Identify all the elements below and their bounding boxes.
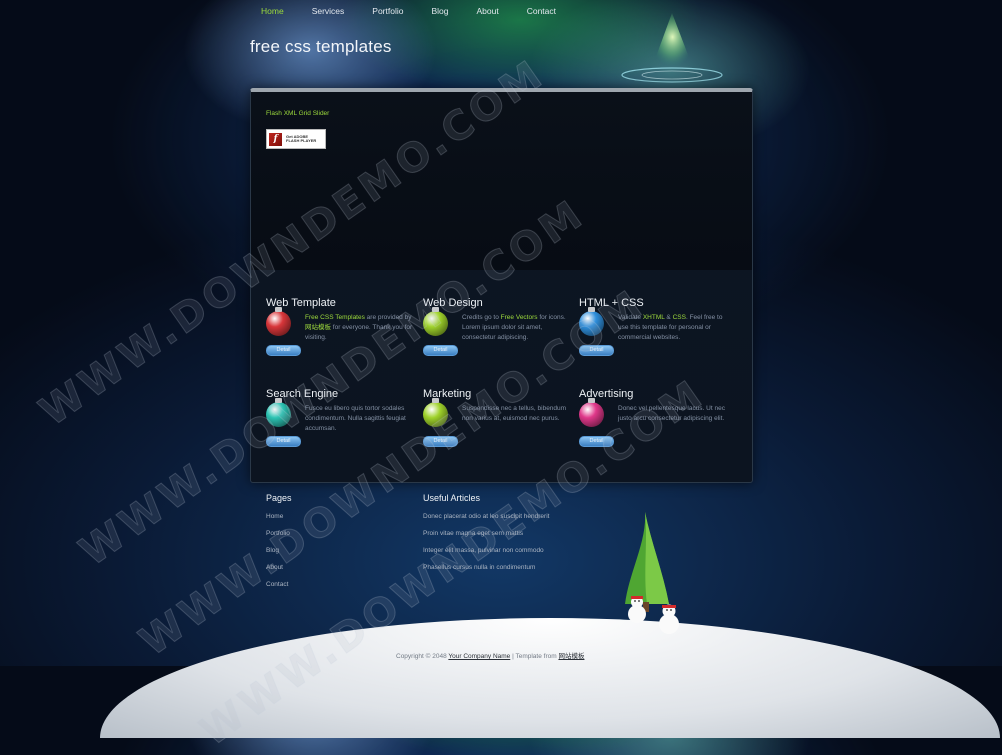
- company-link[interactable]: Your Company Name: [448, 653, 510, 660]
- feature-block: Advertising Donec vel pellentesque lacus.…: [579, 388, 729, 447]
- feature-text: Suspendisse nec a tellus, bibendum non v…: [462, 405, 567, 422]
- snow-ground: [100, 618, 1000, 738]
- ornament-icon: [423, 307, 448, 336]
- nav-item-home[interactable]: Home: [261, 6, 284, 16]
- feature-text: Free CSS Templates are provided by 网站模板 …: [305, 314, 413, 341]
- nav-item-portfolio[interactable]: Portfolio: [372, 6, 403, 16]
- footer-pages: Pages Home Portfolio Blog About Contact: [266, 493, 292, 598]
- ornament-icon: [266, 307, 291, 336]
- footer-link-portfolio[interactable]: Portfolio: [266, 530, 292, 537]
- feature-title: HTML + CSS: [579, 297, 644, 309]
- feature-title: Marketing: [423, 388, 472, 400]
- feature-block: Marketing Suspendisse nec a tellus, biben…: [423, 388, 573, 447]
- detail-button[interactable]: Detail: [266, 345, 301, 356]
- feature-title: Search Engine: [266, 388, 339, 400]
- main-nav: Home Services Portfolio Blog About Conta…: [261, 6, 584, 16]
- ornament-icon: [423, 398, 448, 427]
- christmas-tree-with-snowmen-icon: [625, 512, 679, 634]
- article-link[interactable]: Donec placerat odio at leo suscipit hend…: [423, 513, 549, 520]
- detail-button[interactable]: Detail: [579, 345, 614, 356]
- ornament-icon: [579, 398, 604, 427]
- feature-text: Fusce eu libero quis tortor sodales cond…: [305, 405, 406, 432]
- footer-articles: Useful Articles Donec placerat odio at l…: [423, 493, 549, 581]
- glowing-tree-icon: [621, 13, 723, 83]
- slider-label: Flash XML Grid Slider: [266, 110, 330, 117]
- footer-link-home[interactable]: Home: [266, 513, 292, 520]
- content-panel: Flash XML Grid Slider f Get ADOBE FLASH …: [250, 88, 753, 483]
- feature-text: Donec vel pellentesque lacus. Ut nec jus…: [618, 405, 725, 422]
- detail-button[interactable]: Detail: [579, 436, 614, 447]
- footer-link-blog[interactable]: Blog: [266, 547, 292, 554]
- flash-icon: f: [269, 132, 282, 146]
- nav-item-blog[interactable]: Blog: [431, 6, 448, 16]
- detail-button[interactable]: Detail: [266, 436, 301, 447]
- nav-item-about[interactable]: About: [476, 6, 498, 16]
- feature-block: Web Design Credits go to Free Vectors for…: [423, 297, 573, 356]
- footer-link-about[interactable]: About: [266, 564, 292, 571]
- ornament-icon: [579, 307, 604, 336]
- template-source-link[interactable]: 网站模板: [558, 653, 584, 660]
- feature-text: Validate XHTML & CSS. Feel free to use t…: [618, 314, 723, 341]
- ornament-icon: [266, 398, 291, 427]
- get-flash-player-badge[interactable]: f Get ADOBE FLASH PLAYER: [266, 129, 326, 149]
- flash-slider: Flash XML Grid Slider f Get ADOBE FLASH …: [251, 92, 752, 270]
- site-title: free css templates: [250, 37, 392, 56]
- article-link[interactable]: Integer elit massa, pulvinar non commodo: [423, 547, 549, 554]
- feature-block: Search Engine Fusce eu libero quis tortor…: [266, 388, 416, 447]
- article-link[interactable]: Phasellus cursus nulla in condimentum: [423, 564, 549, 571]
- detail-button[interactable]: Detail: [423, 436, 458, 447]
- feature-title: Web Design: [423, 297, 483, 309]
- feature-block: HTML + CSS Validate XHTML & CSS. Feel fre…: [579, 297, 729, 356]
- nav-item-services[interactable]: Services: [312, 6, 345, 16]
- flash-badge-line2: FLASH PLAYER: [286, 138, 317, 143]
- feature-text: Credits go to Free Vectors for icons. Lo…: [462, 314, 566, 341]
- feature-block: Web Template Free CSS Templates are provi…: [266, 297, 416, 356]
- copyright: Copyright © 2048 Your Company Name | Tem…: [396, 653, 585, 660]
- detail-button[interactable]: Detail: [423, 345, 458, 356]
- feature-title: Web Template: [266, 297, 336, 309]
- nav-item-contact[interactable]: Contact: [527, 6, 556, 16]
- footer-pages-heading: Pages: [266, 493, 292, 503]
- feature-title: Advertising: [579, 388, 634, 400]
- article-link[interactable]: Proin vitae magna eget sem mattis: [423, 530, 549, 537]
- footer-articles-heading: Useful Articles: [423, 493, 481, 503]
- footer-link-contact[interactable]: Contact: [266, 581, 292, 588]
